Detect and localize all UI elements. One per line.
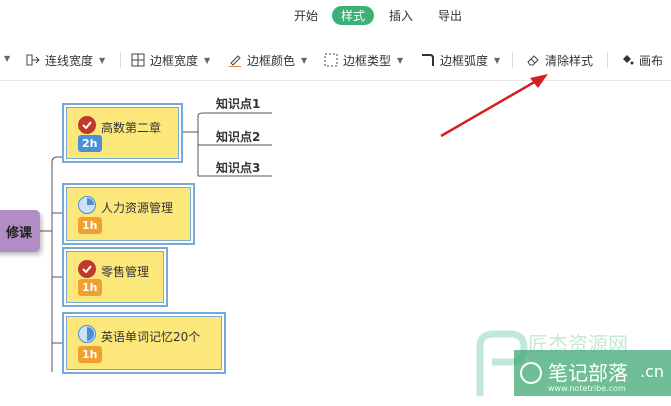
duration-badge: 1h — [78, 279, 102, 296]
topic-node-body: 人力资源管理 1h — [66, 187, 191, 241]
topic-title: 零售管理 — [101, 265, 150, 279]
topic-node-body: 零售管理 1h — [66, 251, 164, 303]
topic-node[interactable]: 人力资源管理 1h — [62, 183, 195, 245]
topic-title: 英语单词记忆20个 — [101, 330, 201, 344]
watermark-text: .cn — [640, 362, 665, 381]
check-circle-icon — [78, 260, 96, 278]
topic-title: 人力资源管理 — [101, 201, 174, 215]
topic-node[interactable]: 零售管理 1h — [62, 247, 168, 307]
duration-badge: 1h — [78, 217, 102, 234]
pointer-arrow — [440, 78, 539, 138]
arrow-head-icon — [530, 74, 548, 88]
topic-node[interactable]: 高数第二章 2h — [62, 103, 183, 163]
watermark-url: www.notetribe.com — [548, 384, 626, 393]
duration-badge: 2h — [78, 135, 102, 152]
subtopic-label[interactable]: 知识点3 — [216, 159, 260, 176]
subtopic-label[interactable]: 知识点2 — [216, 128, 260, 145]
half-pie-icon — [78, 325, 96, 343]
topic-node-body: 英语单词记忆20个 1h — [66, 316, 222, 370]
watermark-text: 笔记部落 — [548, 361, 628, 385]
subtopic-label[interactable]: 知识点1 — [216, 95, 260, 112]
topic-title: 高数第二章 — [101, 121, 162, 135]
leaf-icon — [520, 362, 542, 384]
quarter-pie-icon — [78, 196, 96, 214]
duration-badge: 1h — [78, 346, 102, 363]
topic-node[interactable]: 英语单词记忆20个 1h — [62, 312, 226, 374]
root-topic-label: 修课 — [5, 225, 32, 241]
root-topic[interactable]: 修课 — [0, 210, 40, 252]
check-circle-icon — [78, 116, 96, 134]
topic-node-body: 高数第二章 2h — [66, 107, 179, 159]
